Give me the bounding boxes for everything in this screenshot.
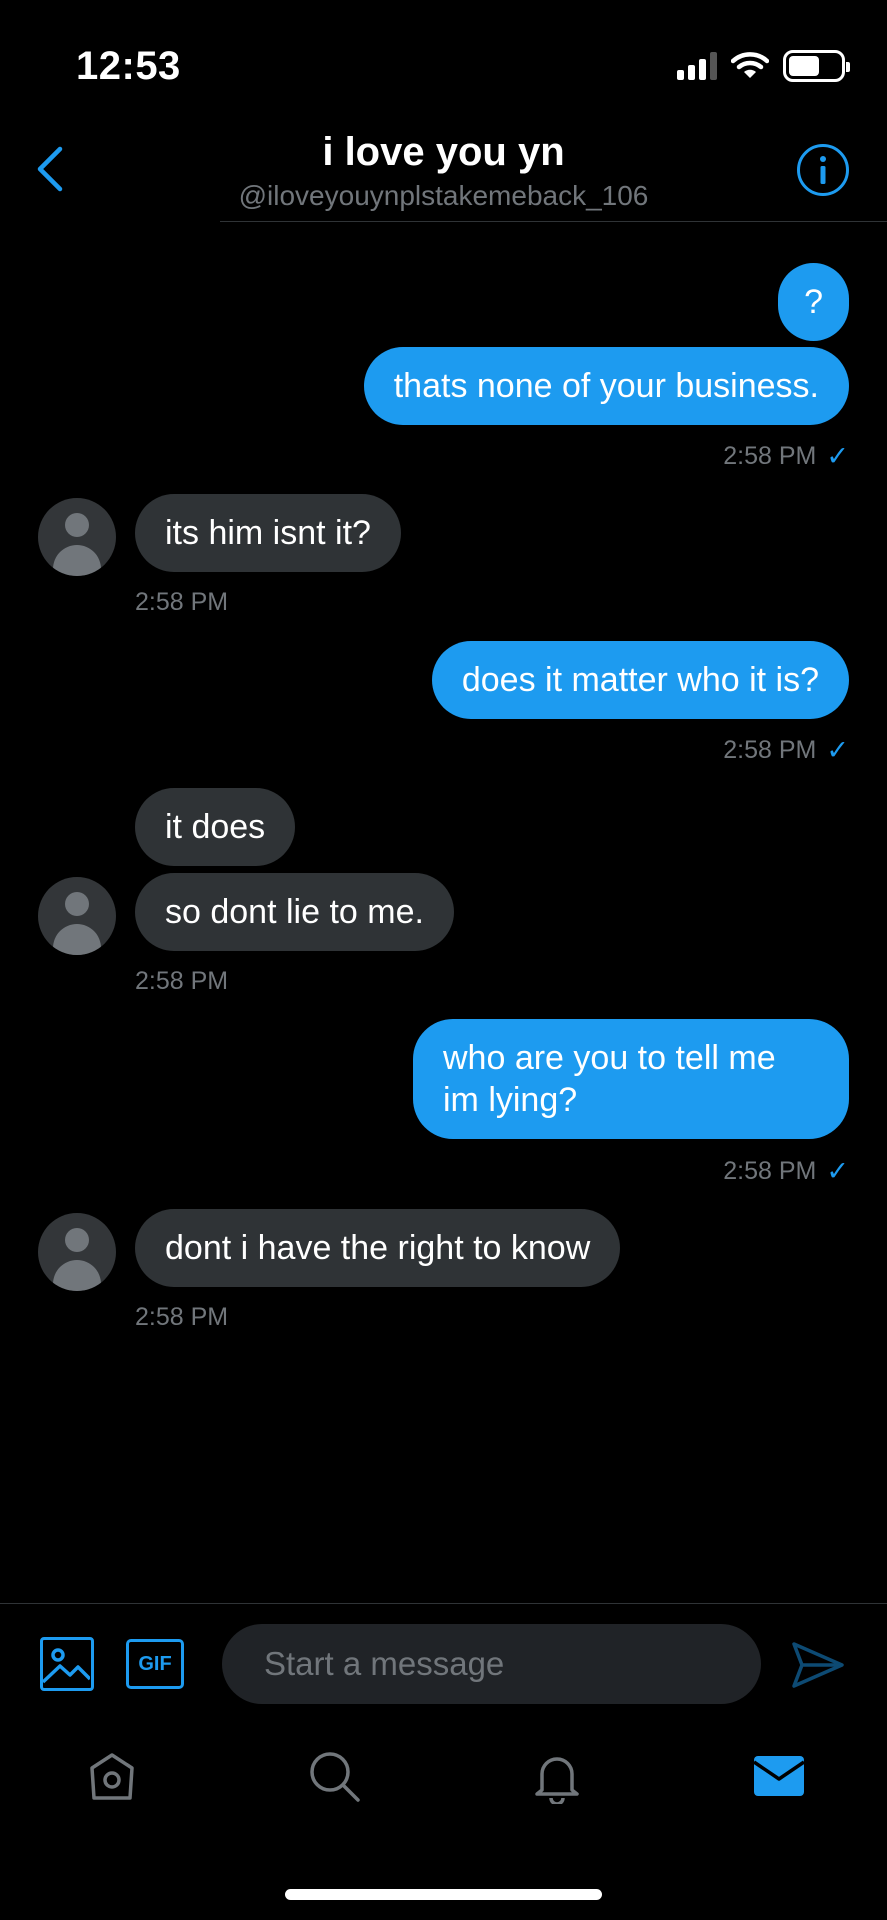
- timestamp-text: 2:58 PM: [723, 736, 817, 764]
- message-bubble-incoming[interactable]: so dont lie to me.: [135, 873, 454, 951]
- message-timestamp: 2:58 PM ✓: [723, 1156, 849, 1187]
- image-icon: [43, 1648, 91, 1684]
- bell-icon: [535, 1757, 579, 1806]
- message-timestamp: 2:58 PM ✓: [723, 735, 849, 766]
- tab-home[interactable]: [84, 1748, 140, 1804]
- tab-notifications[interactable]: [529, 1748, 585, 1806]
- avatar[interactable]: [38, 498, 116, 576]
- sent-check-icon: ✓: [826, 735, 849, 765]
- home-indicator[interactable]: [285, 1889, 602, 1900]
- status-time: 12:53: [76, 44, 181, 88]
- message-line: who are you to tell me: [443, 1039, 776, 1077]
- timestamp-text: 2:58 PM: [723, 1157, 817, 1185]
- battery-icon: [783, 50, 850, 82]
- sent-check-icon: ✓: [826, 1156, 849, 1186]
- message-bubble-outgoing[interactable]: ?: [778, 263, 849, 341]
- conversation-info-button[interactable]: [797, 144, 849, 196]
- sent-check-icon: ✓: [826, 441, 849, 471]
- gif-icon: GIF: [138, 1652, 172, 1675]
- message-bubble-outgoing[interactable]: thats none of your business.: [363, 347, 849, 425]
- cellular-signal-icon: [677, 52, 717, 80]
- send-icon: [792, 1642, 844, 1688]
- info-icon: [820, 156, 826, 184]
- search-icon: [310, 1752, 360, 1802]
- avatar[interactable]: [38, 877, 116, 955]
- message-bubble-outgoing[interactable]: who are you to tell me im lying?: [413, 1019, 849, 1139]
- wifi-icon: [731, 52, 769, 78]
- status-icons: [677, 50, 850, 82]
- message-timestamp: 2:58 PM: [135, 588, 229, 616]
- message-line: im lying?: [443, 1081, 578, 1119]
- message-bubble-incoming[interactable]: its him isnt it?: [135, 494, 401, 572]
- conversation-handle: @iloveyouynplstakemeback_106: [238, 180, 649, 211]
- message-bubble-incoming[interactable]: it does: [135, 788, 296, 866]
- mail-icon: [753, 1756, 805, 1796]
- tab-messages[interactable]: [751, 1748, 807, 1804]
- message-input[interactable]: [222, 1624, 761, 1704]
- tab-search[interactable]: [306, 1748, 362, 1804]
- header-divider: [220, 221, 887, 222]
- composer-divider: [0, 1603, 887, 1604]
- add-image-button[interactable]: [40, 1637, 94, 1691]
- add-gif-button[interactable]: GIF: [126, 1639, 184, 1689]
- send-button[interactable]: [790, 1640, 846, 1690]
- avatar[interactable]: [38, 1213, 116, 1291]
- message-timestamp: 2:58 PM: [135, 1303, 229, 1331]
- timestamp-text: 2:58 PM: [723, 442, 817, 470]
- conversation-title: i love you yn: [322, 130, 565, 174]
- message-bubble-outgoing[interactable]: does it matter who it is?: [431, 641, 849, 719]
- home-icon: [90, 1753, 134, 1800]
- message-timestamp: 2:58 PM ✓: [723, 441, 849, 472]
- message-bubble-incoming[interactable]: dont i have the right to know: [135, 1209, 621, 1287]
- message-timestamp: 2:58 PM: [135, 967, 229, 995]
